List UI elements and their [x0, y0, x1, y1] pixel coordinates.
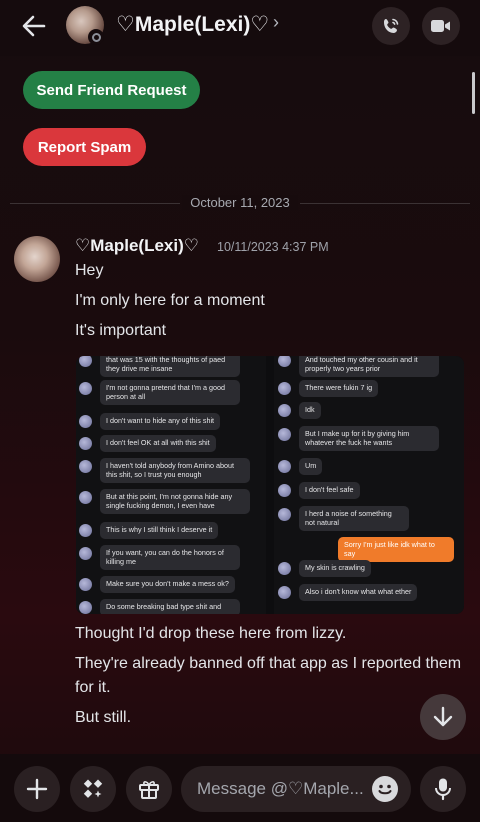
screenshot-left: that was 15 with the thoughts of paed th…	[76, 356, 266, 614]
top-bar: ♡Maple(Lexi)♡ ›	[0, 0, 480, 56]
attach-button[interactable]	[14, 766, 60, 812]
chat-bubble: I'm not gonna pretend that I'm a good pe…	[100, 380, 240, 405]
mini-avatar	[79, 547, 92, 560]
chat-bubble: Make sure you don't make a mess ok?	[100, 576, 235, 593]
message-timestamp: 10/11/2023 4:37 PM	[217, 240, 329, 254]
mini-avatar	[278, 460, 291, 473]
chevron-right-icon[interactable]: ›	[273, 12, 279, 33]
video-call-button[interactable]	[422, 7, 460, 45]
mini-avatar	[278, 484, 291, 497]
mini-avatar	[278, 356, 291, 367]
message-text: They're already banned off that app as I…	[75, 655, 462, 696]
gift-button[interactable]	[126, 766, 172, 812]
mini-avatar	[278, 404, 291, 417]
chat-bubble: But I make up for it by giving him whate…	[299, 426, 439, 451]
message-input-container[interactable]	[181, 766, 411, 812]
message-text: Hey	[75, 262, 104, 279]
mini-avatar	[278, 562, 291, 575]
chat-bubble-sent: Sorry I'm just like idk what to say	[338, 537, 454, 562]
date-divider: October 11, 2023	[0, 195, 480, 210]
chat-bubble: I don't feel safe	[299, 482, 360, 499]
message-text: I'm only here for a moment	[75, 292, 265, 309]
apps-button[interactable]	[70, 766, 116, 812]
image-attachment[interactable]: that was 15 with the thoughts of paed th…	[76, 356, 464, 614]
jump-to-bottom-button[interactable]	[420, 694, 466, 740]
arrow-down-icon	[433, 706, 453, 727]
plus-icon	[26, 778, 48, 800]
mini-avatar	[79, 524, 92, 537]
chat-bubble: Um	[299, 458, 323, 475]
chat-bubble: If you want, you can do the honors of ki…	[100, 545, 240, 570]
chat-bubble: There were fukin 7 ig	[299, 380, 379, 397]
chat-bubble: This is why I still think I deserve it	[100, 522, 219, 539]
gift-icon	[139, 781, 159, 799]
apps-icon	[83, 779, 103, 798]
mini-avatar	[278, 586, 291, 599]
message-input[interactable]	[197, 766, 367, 812]
mini-avatar	[278, 382, 291, 395]
voice-message-button[interactable]	[420, 766, 466, 812]
mini-avatar	[79, 578, 92, 591]
chat-bubble: I haven't told anybody from Amino about …	[100, 458, 250, 483]
message-avatar[interactable]	[14, 236, 60, 282]
chat-bubble: I don't feel OK at all with this shit	[100, 435, 216, 452]
report-spam-button[interactable]: Report Spam	[23, 128, 146, 166]
chat-bubble: Also i don't know what what ether	[299, 584, 418, 601]
message-text: Thought I'd drop these here from lizzy.	[75, 625, 347, 642]
chat-bubble: But at this point, I'm not gonna hide an…	[100, 489, 250, 514]
mini-avatar	[79, 601, 92, 614]
mini-avatar	[278, 428, 291, 441]
screenshot-right: And touched my other cousin and it prope…	[274, 356, 464, 614]
send-friend-request-button[interactable]: Send Friend Request	[23, 71, 200, 109]
mini-avatar	[79, 460, 92, 473]
mini-avatar	[79, 415, 92, 428]
chat-bubble: I don't want to hide any of this shit	[100, 413, 221, 430]
status-indicator	[88, 29, 104, 45]
dm-username[interactable]: ♡Maple(Lexi)♡	[116, 12, 269, 37]
chat-bubble: that was 15 with the thoughts of paed th…	[100, 356, 240, 377]
mini-avatar	[79, 437, 92, 450]
message-author[interactable]: ♡Maple(Lexi)♡	[75, 236, 199, 256]
mini-avatar	[79, 382, 92, 395]
chat-bubble: Do some breaking bad type shit and	[100, 599, 240, 614]
mini-avatar	[79, 491, 92, 504]
chat-bubble: Idk	[299, 402, 321, 419]
chat-bubble: My skin is crawling	[299, 560, 371, 577]
mini-avatar	[278, 508, 291, 521]
microphone-icon	[435, 778, 451, 801]
voice-call-button[interactable]	[372, 7, 410, 45]
mini-avatar	[79, 356, 92, 367]
scrollbar[interactable]	[472, 72, 475, 114]
date-label: October 11, 2023	[182, 195, 298, 210]
phone-icon	[384, 18, 399, 33]
emoji-icon[interactable]	[372, 776, 398, 802]
chat-bubble: And touched my other cousin and it prope…	[299, 356, 439, 377]
chat-bubble: I herd a noise of something not natural	[299, 506, 409, 531]
back-arrow-icon[interactable]	[20, 12, 48, 40]
video-camera-icon	[431, 20, 450, 32]
message-text: It's important	[75, 322, 167, 339]
message-text: But still.	[75, 709, 132, 726]
